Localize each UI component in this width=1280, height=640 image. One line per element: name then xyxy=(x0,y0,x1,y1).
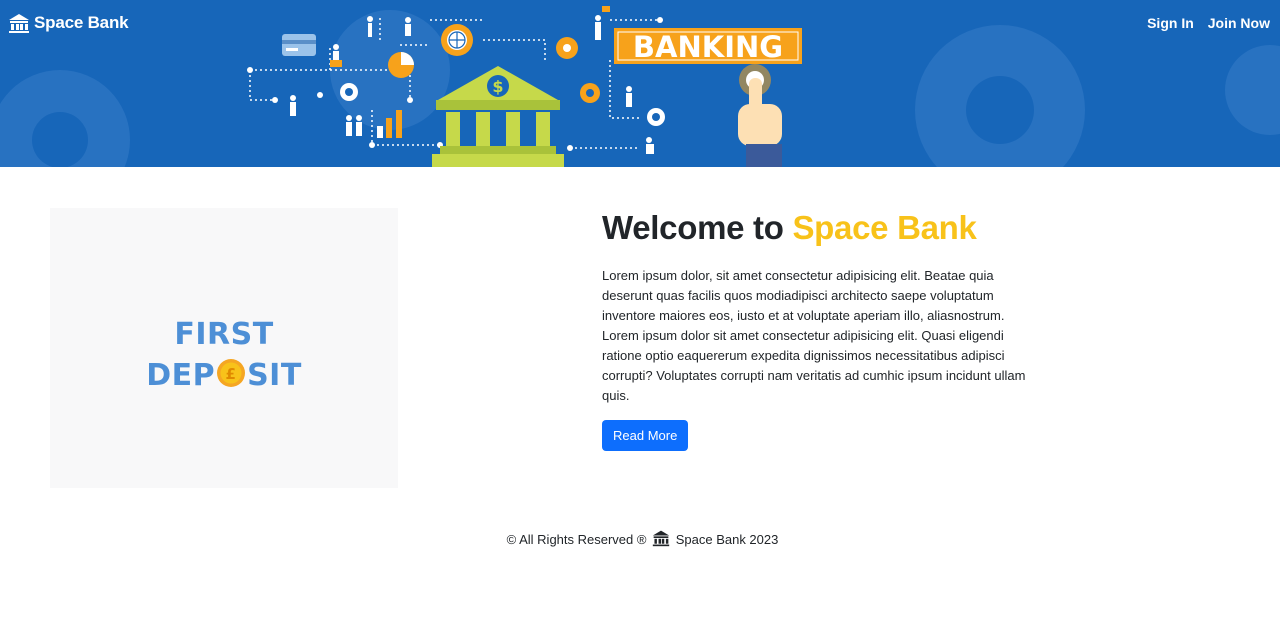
banking-sign: BANKING xyxy=(614,28,802,64)
welcome-accent: Space Bank xyxy=(792,209,977,246)
read-more-button[interactable]: Read More xyxy=(602,420,689,451)
promo-line-2: DEP £ SIT xyxy=(50,358,398,391)
footer-brand: Space Bank 2023 xyxy=(675,532,779,547)
first-deposit-image: FIRST DEP £ SIT xyxy=(50,208,398,488)
trophy-icon xyxy=(595,6,610,40)
footer-rights: © All Rights Reserved ® xyxy=(506,532,647,547)
footer: © All Rights Reserved ® Space Bank 2023 xyxy=(0,529,1280,550)
hero-banner: $ BANKING Space Bank Sign In Join Now xyxy=(0,0,1280,167)
brand-name: Space Bank xyxy=(34,13,129,32)
coin-icon: £ xyxy=(216,358,246,388)
banking-word: BANKING xyxy=(633,30,783,64)
intro-paragraph: Lorem ipsum dolor, sit amet consectetur … xyxy=(602,268,1026,403)
sign-in-link[interactable]: Sign In xyxy=(1147,15,1194,31)
welcome-prefix: Welcome to xyxy=(602,209,793,246)
bank-icon xyxy=(652,530,670,547)
top-nav: Sign In Join Now xyxy=(1147,15,1270,31)
hand-pointer-icon xyxy=(738,64,782,167)
globe-icon xyxy=(448,31,466,49)
join-now-link[interactable]: Join Now xyxy=(1208,15,1270,31)
brand-link[interactable]: Space Bank xyxy=(8,12,129,34)
promo-line-2-left: DEP xyxy=(146,358,216,393)
promo-line-1: FIRST xyxy=(174,317,274,352)
promo-line-2-right: SIT xyxy=(247,358,302,393)
banking-illustration: $ BANKING xyxy=(0,6,1280,167)
bank-symbol: $ xyxy=(492,77,503,96)
page-title: Welcome to Space Bank xyxy=(602,208,1032,248)
coin-symbol: £ xyxy=(226,365,237,383)
welcome-section: Welcome to Space Bank Lorem ipsum dolor,… xyxy=(602,208,1032,451)
pie-chart-icon xyxy=(388,52,414,78)
bank-building-icon: $ xyxy=(432,66,564,167)
bank-icon xyxy=(9,14,29,33)
credit-card-icon xyxy=(282,34,316,56)
